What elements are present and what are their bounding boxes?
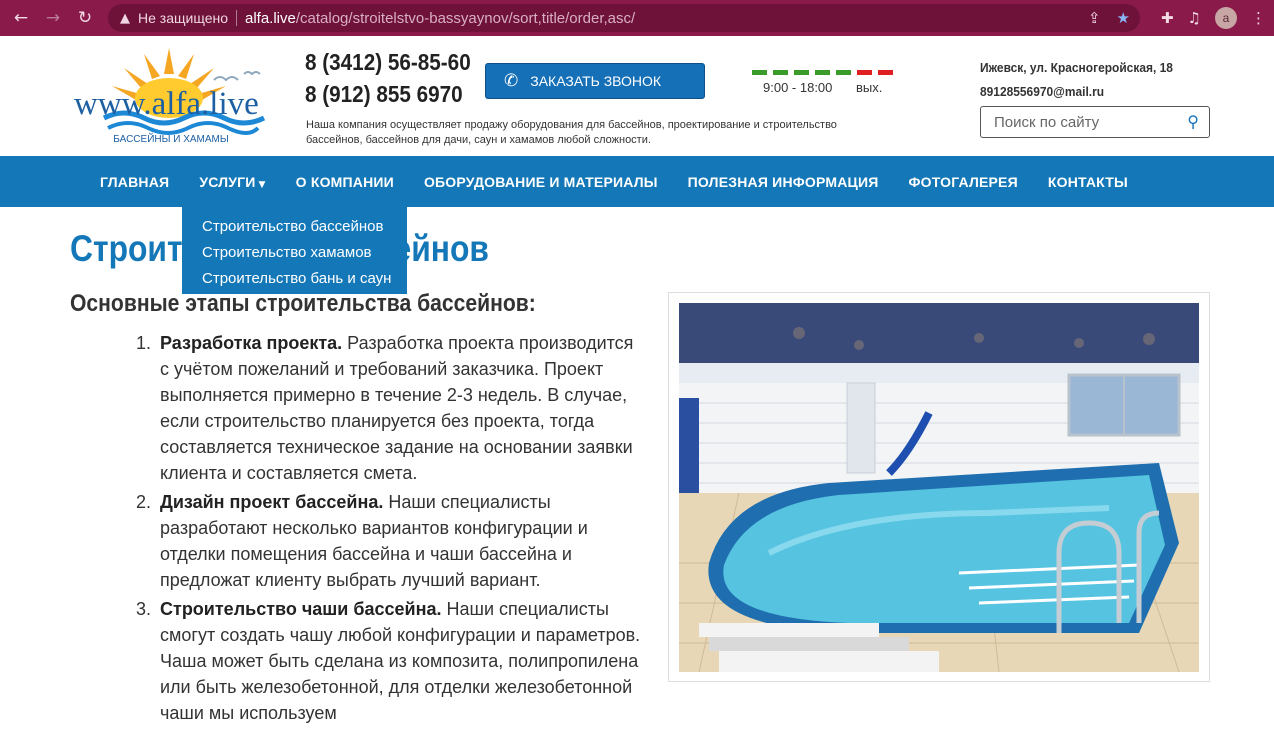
company-tagline: Наша компания осуществляет продажу обору… [306, 119, 837, 146]
email-link[interactable]: 89128556970@mail.ru [980, 80, 1173, 104]
phone-secondary[interactable]: 8 (912) 855 6970 [305, 78, 471, 110]
nav-item-gallery[interactable]: ФОТОГАЛЕРЕЯ [908, 174, 1017, 190]
logo-text: www.alfa.live [74, 86, 259, 122]
order-call-label: ЗАКАЗАТЬ ЗВОНОК [530, 73, 662, 89]
share-icon[interactable]: ⇪ [1088, 9, 1101, 27]
address: Ижевск, ул. Красногеройская, 18 [980, 60, 1173, 75]
menu-icon[interactable]: ⋮ [1251, 9, 1266, 27]
list-item: 1. Разработка проекта. Разработка проект… [136, 330, 646, 486]
step-number: 3. [136, 599, 152, 619]
back-icon[interactable]: ← [10, 7, 32, 29]
step-text: Разработка проекта производится с учётом… [160, 333, 634, 483]
site-search: ⚲ [980, 106, 1210, 138]
weekday-indicator [752, 70, 893, 75]
url-host: alfa.live [245, 9, 296, 27]
weekday-bar [815, 70, 830, 75]
section-heading: Основные этапы строительства бассейнов: [70, 290, 536, 317]
nav-item-contacts[interactable]: КОНТАКТЫ [1048, 174, 1128, 190]
pool-photo[interactable] [679, 303, 1199, 672]
weekday-bar [794, 70, 809, 75]
dropdown-item-saunas[interactable]: Строительство бань и саун [182, 266, 407, 292]
nav-item-services[interactable]: УСЛУГИ ▼ [199, 174, 265, 190]
weekday-bar [773, 70, 788, 75]
phone-block: 8 (3412) 56-85-60 8 (912) 855 6970 [305, 46, 489, 110]
weekday-bar [752, 70, 767, 75]
working-hours: 9:00 - 18:00 [763, 80, 833, 95]
contact-block: Ижевск, ул. Красногеройская, 18 89128556… [980, 56, 1173, 104]
profile-avatar[interactable]: a [1215, 7, 1237, 29]
insecure-label: Не защищено [138, 10, 228, 26]
dropdown-item-hammams[interactable]: Строительство хамамов [182, 240, 407, 266]
steps-list: 1. Разработка проекта. Разработка проект… [136, 330, 646, 726]
browser-toolbar: ← → ↻ ▲ Не защищено alfa.live /catalog/s… [0, 0, 1274, 36]
nav-item-services-label: УСЛУГИ [199, 173, 256, 190]
main-navigation: ГЛАВНАЯ УСЛУГИ ▼ О КОМПАНИИ ОБОРУДОВАНИЕ … [0, 156, 1274, 207]
weekday-bar [836, 70, 851, 75]
pool-photo-frame [668, 292, 1210, 682]
step-title: Дизайн проект бассейна. [160, 492, 384, 512]
step-title: Разработка проекта. [160, 333, 343, 353]
bookmark-star-icon[interactable]: ★ [1117, 9, 1130, 27]
weekday-bar [878, 70, 893, 75]
extensions-icon[interactable]: ✚ [1161, 9, 1174, 27]
step-number: 1. [136, 333, 152, 353]
order-call-button[interactable]: ✆ ЗАКАЗАТЬ ЗВОНОК [485, 63, 705, 99]
list-item: 2. Дизайн проект бассейна. Наши специали… [136, 489, 646, 593]
step-title: Строительство чаши бассейна. [160, 599, 442, 619]
nav-item-home[interactable]: ГЛАВНАЯ [100, 174, 169, 190]
media-icon[interactable]: ♫ [1188, 9, 1201, 27]
warning-icon[interactable]: ▲ [120, 11, 130, 26]
url-path: /catalog/stroitelstvo-bassyaynov/sort,ti… [295, 9, 636, 27]
phone-icon: ✆ [504, 71, 519, 91]
search-input[interactable] [994, 113, 1174, 131]
logo-subtitle: БАССЕЙНЫ И ХАМАМЫ [113, 134, 229, 145]
step-number: 2. [136, 492, 152, 512]
services-dropdown: Строительство бассейнов Строительство ха… [182, 207, 407, 294]
reload-icon[interactable]: ↻ [74, 7, 96, 29]
phone-primary[interactable]: 8 (3412) 56-85-60 [305, 46, 471, 78]
caret-down-icon: ▼ [258, 179, 266, 190]
dropdown-item-pools[interactable]: Строительство бассейнов [182, 214, 407, 240]
nav-item-info[interactable]: ПОЛЕЗНАЯ ИНФОРМАЦИЯ [688, 174, 879, 190]
address-bar[interactable]: ▲ Не защищено alfa.live /catalog/stroite… [108, 4, 1140, 32]
day-off-label: вых. [856, 80, 883, 95]
weekday-bar [857, 70, 872, 75]
divider [236, 10, 237, 26]
nav-item-about[interactable]: О КОМПАНИИ [296, 174, 394, 190]
forward-icon[interactable]: → [42, 7, 64, 29]
search-icon[interactable]: ⚲ [1187, 112, 1199, 131]
nav-item-equipment[interactable]: ОБОРУДОВАНИЕ И МАТЕРИАЛЫ [424, 174, 658, 190]
list-item: 3. Строительство чаши бассейна. Наши спе… [136, 596, 646, 726]
